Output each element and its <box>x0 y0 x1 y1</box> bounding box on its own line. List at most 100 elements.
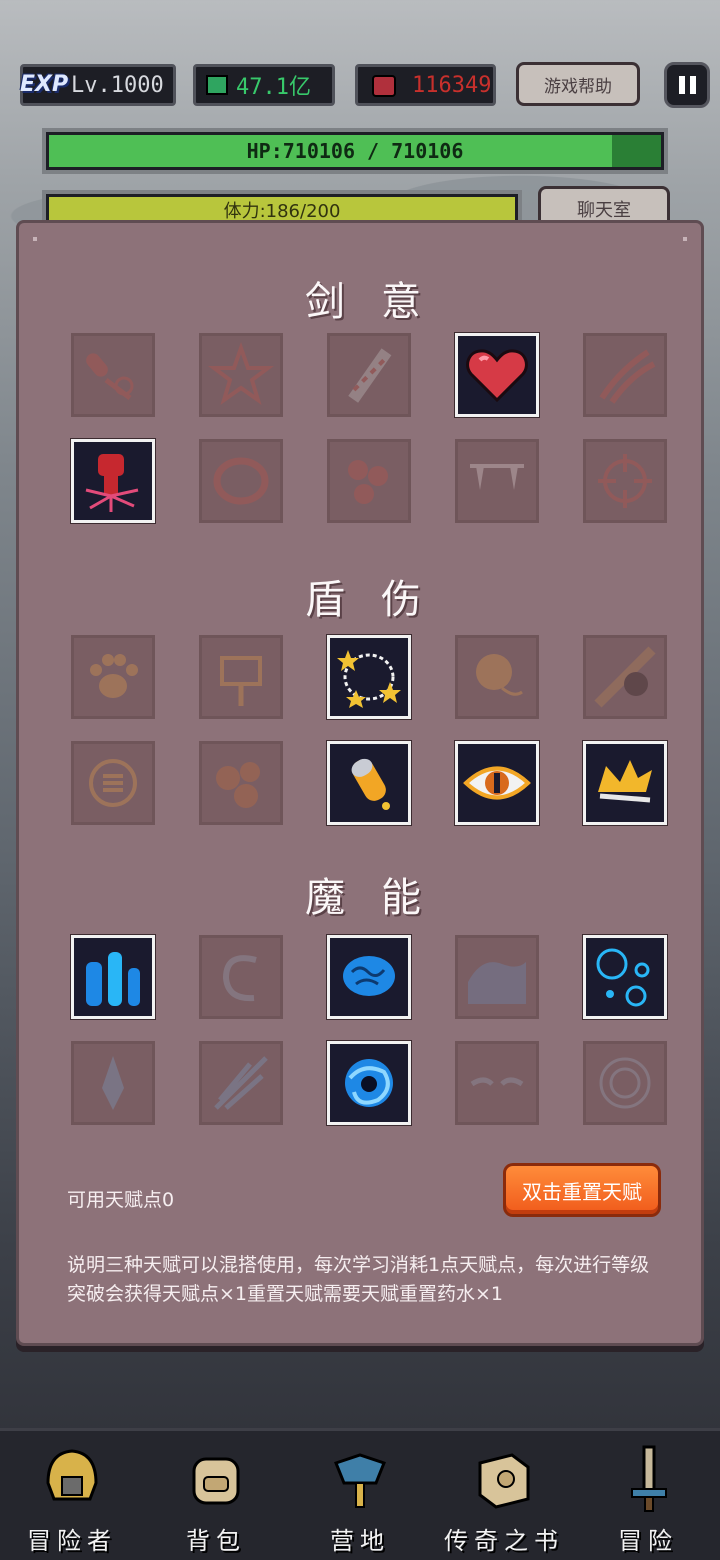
talent-shield-emblem[interactable] <box>71 741 155 825</box>
heart-icon <box>466 349 528 403</box>
ice-shard-icon <box>102 1056 124 1110</box>
club-icon <box>86 353 134 400</box>
bandaged-sword-icon <box>348 348 392 403</box>
bubbles-icon <box>596 948 650 1007</box>
section-title-shield: 盾伤 <box>305 577 457 623</box>
legend-book-icon <box>478 1453 530 1509</box>
pause-button[interactable] <box>664 62 710 108</box>
reset-talents-button[interactable]: 双击重置天赋 <box>503 1163 661 1217</box>
talent-meat[interactable] <box>327 439 411 523</box>
eye-icon <box>463 766 531 800</box>
sack-icon <box>476 654 523 696</box>
section-title-magic: 魔能 <box>305 875 457 921</box>
game-help-button[interactable]: 游戏帮助 <box>516 62 640 106</box>
talent-bullet[interactable] <box>327 741 411 825</box>
talent-ring[interactable] <box>199 439 283 523</box>
pause-icon <box>678 76 685 94</box>
nav-adventurer[interactable]: 冒险者 <box>7 1431 137 1560</box>
top-hud: EXP Lv.1000 47.1亿 116349 游戏帮助 <box>0 58 720 118</box>
jade-currency: 47.1亿 <box>193 64 335 106</box>
talent-rune[interactable] <box>583 1041 667 1125</box>
talent-signpost[interactable] <box>199 635 283 719</box>
talent-rocks[interactable] <box>199 741 283 825</box>
brain-icon <box>343 956 395 996</box>
nav-label: 冒险者 <box>27 1527 117 1555</box>
jade-amount: 47.1亿 <box>236 75 311 100</box>
talent-grid-shield <box>71 635 671 847</box>
arrow-burst-icon <box>214 1056 268 1110</box>
meat-icon <box>348 460 388 504</box>
talent-vortex[interactable] <box>327 1041 411 1125</box>
rune-icon <box>599 1057 651 1109</box>
talent-grid-sword <box>71 333 671 545</box>
nav-label: 冒险 <box>618 1527 678 1555</box>
nav-backpack[interactable]: 背包 <box>151 1431 281 1560</box>
signpost-icon <box>220 656 262 706</box>
talent-swirl[interactable] <box>199 935 283 1019</box>
ruby-gem-icon <box>372 75 396 97</box>
level-text: Lv.1000 <box>71 72 164 98</box>
nav-label: 营地 <box>330 1527 390 1555</box>
nav-label: 背包 <box>186 1527 246 1555</box>
talent-brain[interactable] <box>327 935 411 1019</box>
talent-eye[interactable] <box>455 741 539 825</box>
talent-ice-shard[interactable] <box>71 1041 155 1125</box>
talent-star-figure[interactable] <box>199 333 283 417</box>
talent-crosshair[interactable] <box>583 439 667 523</box>
ruby-currency: 116349 <box>355 64 496 106</box>
fist-icon <box>85 454 139 512</box>
star-figure-icon <box>208 341 274 405</box>
shield-emblem-icon <box>89 759 137 807</box>
bullet-icon <box>351 758 390 810</box>
rocks-icon <box>216 762 260 808</box>
talent-grid-magic <box>71 935 671 1147</box>
jade-gem-icon <box>206 75 228 95</box>
available-points-label: 可用天赋点0 <box>67 1189 175 1211</box>
talent-masked-eyes[interactable] <box>455 1041 539 1125</box>
talent-description: 说明三种天赋可以混搭使用，每次学习消耗1点天赋点，每次进行等级突破会获得天赋点×… <box>67 1254 650 1305</box>
camp-icon <box>334 1453 386 1508</box>
sword-icon <box>631 1445 667 1512</box>
vortex-icon <box>345 1059 393 1107</box>
star-ring-icon <box>337 650 401 708</box>
nav-legend-book[interactable]: 传奇之书 <box>439 1431 569 1560</box>
talent-sack[interactable] <box>455 635 539 719</box>
bottom-nav: 冒险者 背包 营地 传奇之书 冒险 <box>0 1428 720 1560</box>
talent-fist[interactable] <box>71 439 155 523</box>
crown-icon <box>598 760 652 803</box>
ruby-amount: 116349 <box>412 72 492 98</box>
hp-bar: HP:710106 / 710106 <box>42 128 668 174</box>
talent-club[interactable] <box>71 333 155 417</box>
talent-crown[interactable] <box>583 741 667 825</box>
backpack-icon <box>192 1457 240 1505</box>
talent-arrow-burst[interactable] <box>199 1041 283 1125</box>
crystals-icon <box>86 952 140 1006</box>
talent-boulder[interactable] <box>583 635 667 719</box>
paw-icon <box>90 654 138 698</box>
wave-icon <box>468 962 526 1004</box>
talent-bandaged-sword[interactable] <box>327 333 411 417</box>
talent-paw[interactable] <box>71 635 155 719</box>
nav-camp[interactable]: 营地 <box>295 1431 425 1560</box>
talent-fangs[interactable] <box>455 439 539 523</box>
fangs-icon <box>470 464 524 490</box>
claw-slash-icon <box>599 349 656 404</box>
hp-text: HP:710106 / 710106 <box>49 135 661 167</box>
talent-crystals[interactable] <box>71 935 155 1019</box>
talent-heart[interactable] <box>455 333 539 417</box>
talent-star-ring[interactable] <box>327 635 411 719</box>
exp-badge: EXP <box>20 71 69 97</box>
swirl-icon <box>222 955 257 1002</box>
talent-bubbles[interactable] <box>583 935 667 1019</box>
talent-claw-slash[interactable] <box>583 333 667 417</box>
boulder-icon <box>594 646 656 708</box>
nav-label: 传奇之书 <box>444 1527 564 1555</box>
crosshair-icon <box>598 454 652 508</box>
talent-wave[interactable] <box>455 935 539 1019</box>
section-title-sword: 剑意 <box>305 279 457 325</box>
talent-panel: 剑意 盾伤 魔能 可用天赋点0 双击重置天赋 说明三种天赋可以混搭使用，每次学习… <box>16 220 704 1346</box>
ring-icon <box>213 457 269 505</box>
masked-eyes-icon <box>470 1077 524 1087</box>
nav-adventure[interactable]: 冒险 <box>583 1431 713 1560</box>
adventurer-icon <box>46 1449 98 1501</box>
